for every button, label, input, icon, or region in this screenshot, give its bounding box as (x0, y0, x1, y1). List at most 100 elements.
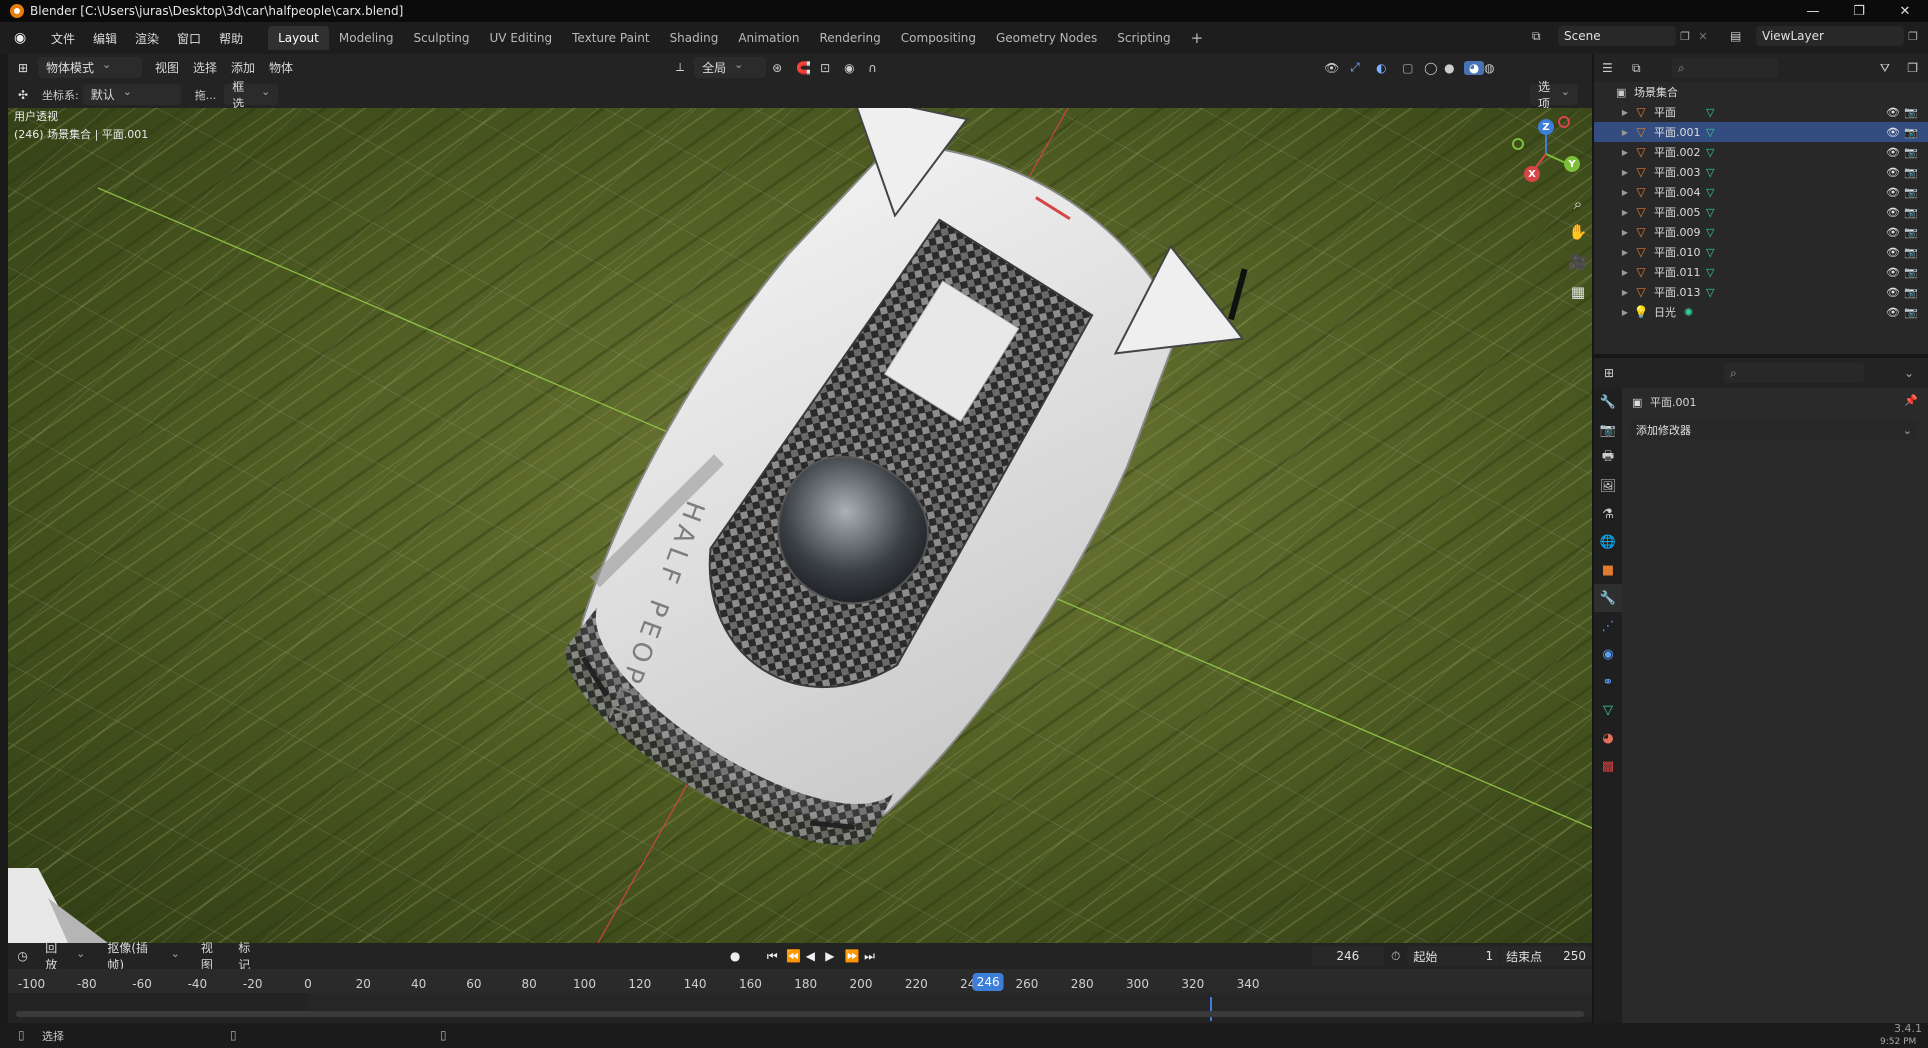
mesh-data-icon[interactable]: ▽ (1706, 226, 1714, 239)
gizmo-x-axis[interactable]: X (1524, 166, 1540, 182)
eye-icon[interactable]: 👁 (1886, 126, 1900, 139)
solid-shading-icon[interactable]: ● (1444, 61, 1464, 75)
render-camera-icon[interactable]: 📷 (1904, 206, 1918, 219)
visibility-icon[interactable]: 👁 (1324, 61, 1350, 75)
outliner-item[interactable]: ▶ ▽ 平面.001 ▽ 👁 📷 (1594, 122, 1928, 142)
properties-search-input[interactable]: ⌕ (1724, 363, 1864, 383)
current-frame-field[interactable]: 246 (1311, 946, 1385, 966)
menu-file[interactable]: 文件 (42, 26, 84, 50)
playhead-line[interactable] (1210, 997, 1212, 1021)
eye-icon[interactable]: 👁 (1886, 266, 1900, 279)
eye-icon[interactable]: 👁 (1886, 306, 1900, 319)
pin-icon[interactable]: 📌 (1904, 394, 1918, 407)
tab-geometry-nodes[interactable]: Geometry Nodes (986, 26, 1107, 50)
outliner-item[interactable]: ▶ ▽ 平面.011 ▽ 👁 📷 (1594, 262, 1928, 282)
mesh-data-icon[interactable]: ▽ (1706, 166, 1714, 179)
coord-dropdown[interactable]: 默认 (82, 84, 181, 105)
expand-arrow-icon[interactable]: ▶ (1618, 268, 1632, 277)
material-tab-icon[interactable]: ◕ (1594, 724, 1622, 752)
rendered-shading-icon[interactable]: ◍ (1484, 61, 1504, 75)
gizmo-neg-x[interactable] (1558, 116, 1570, 128)
transform-orientation-dropdown[interactable]: 全局 (694, 57, 767, 78)
wireframe-shading-icon[interactable]: ◯ (1424, 61, 1444, 75)
particles-tab-icon[interactable]: ⋰ (1594, 612, 1622, 640)
transform-tool-icon[interactable]: ✣ (8, 88, 38, 102)
render-camera-icon[interactable]: 📷 (1904, 166, 1918, 179)
drag-dropdown[interactable]: 框选 (224, 80, 279, 111)
next-keyframe-icon[interactable]: ⏩ (845, 949, 864, 963)
outliner-item[interactable]: ▶ ▽ 平面.013 ▽ 👁 📷 (1594, 282, 1928, 302)
outliner-editor-icon[interactable]: ☰ (1602, 61, 1632, 75)
expand-arrow-icon[interactable]: ▶ (1618, 208, 1632, 217)
outliner-item[interactable]: ▶ ▽ 平面.010 ▽ 👁 📷 (1594, 242, 1928, 262)
play-reverse-icon[interactable]: ◀ (806, 949, 825, 963)
falloff-icon[interactable]: ∩ (868, 61, 892, 75)
outliner-item[interactable]: ▶ ▽ 平面.009 ▽ 👁 📷 (1594, 222, 1928, 242)
tab-modeling[interactable]: Modeling (329, 26, 404, 50)
tab-texture-paint[interactable]: Texture Paint (562, 26, 659, 50)
expand-arrow-icon[interactable]: ▶ (1618, 288, 1632, 297)
eye-icon[interactable]: 👁 (1886, 286, 1900, 299)
start-frame-field[interactable]: 起始 1 (1407, 946, 1500, 966)
scene-new-icon[interactable]: ❐ (1676, 30, 1694, 43)
expand-arrow-icon[interactable]: ▶ (1618, 168, 1632, 177)
timeline-view-menu[interactable]: 视图 (194, 939, 231, 973)
snap-target-icon[interactable]: ⊡ (820, 61, 844, 75)
collection-row[interactable]: ▣ 场景集合 (1594, 82, 1928, 102)
tool-tab-icon[interactable]: 🔧 (1594, 388, 1622, 416)
pivot-icon[interactable]: ⊛ (772, 61, 796, 75)
mesh-data-icon[interactable]: ▽ (1706, 206, 1714, 219)
properties-editor-icon[interactable]: ⊞ (1604, 366, 1724, 380)
restore-button[interactable]: ❐ (1836, 0, 1882, 22)
view-layer-field[interactable]: ViewLayer (1756, 26, 1904, 46)
outliner-item[interactable]: ▶ ▽ 平面.002 ▽ 👁 📷 (1594, 142, 1928, 162)
scene-name-field[interactable]: Scene (1558, 26, 1676, 46)
jump-start-icon[interactable]: ⏮ (767, 949, 786, 964)
keying-menu[interactable]: 抠像(插帧) (99, 941, 188, 972)
jump-end-icon[interactable]: ⏭ (864, 949, 883, 964)
physics-tab-icon[interactable]: ◉ (1594, 640, 1622, 668)
tab-compositing[interactable]: Compositing (891, 26, 986, 50)
marker-menu[interactable]: 标记 (231, 939, 268, 973)
mesh-data-icon[interactable]: ▽ (1706, 106, 1714, 119)
eye-icon[interactable]: 👁 (1886, 166, 1900, 179)
options-dropdown[interactable]: 选项 (1530, 80, 1578, 111)
camera-view-icon[interactable]: 🎥 (1566, 250, 1590, 274)
display-mode-icon[interactable]: ⧉ (1632, 61, 1672, 76)
data-tab-icon[interactable]: ▽ (1594, 696, 1622, 724)
outliner-item[interactable]: ▶ ▽ 平面.005 ▽ 👁 📷 (1594, 202, 1928, 222)
gizmo-toggle-icon[interactable]: ⤢ (1350, 60, 1376, 75)
outliner-search-input[interactable]: ⌕ (1672, 58, 1778, 78)
eye-icon[interactable]: 👁 (1886, 186, 1900, 199)
expand-arrow-icon[interactable]: ▶ (1618, 248, 1632, 257)
scene-icon[interactable]: ⧉ (1532, 29, 1558, 44)
gizmo-neg-y[interactable] (1512, 138, 1524, 150)
prev-keyframe-icon[interactable]: ⏪ (786, 949, 805, 963)
perspective-grid-icon[interactable]: ▦ (1566, 280, 1590, 304)
playback-menu[interactable]: 回放 (37, 941, 93, 972)
render-camera-icon[interactable]: 📷 (1904, 246, 1918, 259)
scene-remove-icon[interactable]: ✕ (1694, 30, 1712, 43)
snap-icon[interactable]: 🧲 (796, 61, 820, 75)
end-frame-field[interactable]: 结束点 250 (1500, 946, 1592, 966)
view-layer-tab-icon[interactable]: 🖼 (1594, 472, 1622, 500)
view-layer-icon[interactable]: ▤ (1730, 29, 1756, 43)
mesh-data-icon[interactable]: ▽ (1706, 286, 1714, 299)
expand-arrow-icon[interactable]: ▶ (1618, 148, 1632, 157)
tab-uv-editing[interactable]: UV Editing (480, 26, 563, 50)
clock-icon[interactable]: ⏱ (1384, 949, 1407, 964)
render-camera-icon[interactable]: 📷 (1904, 186, 1918, 199)
expand-arrow-icon[interactable]: ▶ (1618, 228, 1632, 237)
output-tab-icon[interactable]: 🖶 (1594, 444, 1622, 472)
light-data-icon[interactable]: ✺ (1684, 306, 1693, 319)
mesh-data-icon[interactable]: ▽ (1706, 186, 1714, 199)
close-button[interactable]: ✕ (1882, 0, 1928, 22)
tab-rendering[interactable]: Rendering (810, 26, 891, 50)
expand-arrow-icon[interactable]: ▶ (1618, 108, 1632, 117)
eye-icon[interactable]: 👁 (1886, 226, 1900, 239)
eye-icon[interactable]: 👁 (1886, 206, 1900, 219)
menu-select[interactable]: 选择 (186, 59, 224, 76)
overlay-toggle-icon[interactable]: ◐ (1376, 61, 1402, 75)
menu-edit[interactable]: 编辑 (84, 26, 126, 50)
tab-shading[interactable]: Shading (660, 26, 729, 50)
